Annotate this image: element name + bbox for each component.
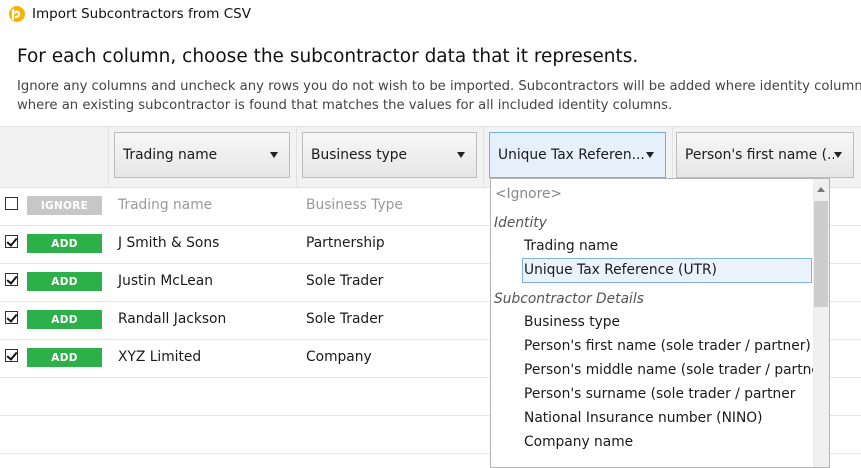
page-heading: For each column, choose the subcontracto…: [17, 46, 639, 67]
instructions: Ignore any columns and uncheck any rows …: [17, 77, 861, 115]
dropdown-scrollbar[interactable]: [813, 179, 829, 467]
row-action-badge[interactable]: IGNORE: [27, 196, 102, 215]
cell-trading-name: J Smith & Sons: [118, 235, 220, 251]
option-surname[interactable]: Person's surname (sole trader / partner: [491, 382, 813, 406]
cell-business-type: Partnership: [306, 235, 385, 251]
column-mapping-dropdown-4[interactable]: Person's first name (...: [676, 132, 854, 178]
instructions-line-1: Ignore any columns and uncheck any rows …: [17, 79, 861, 94]
scrollbar-thumb[interactable]: [814, 201, 828, 307]
row-checkbox[interactable]: [5, 197, 18, 210]
column-divider: [108, 126, 109, 186]
chevron-down-icon: [270, 152, 278, 158]
checkmark-icon: [6, 311, 18, 323]
title-bar: Import Subcontractors from CSV: [0, 0, 861, 30]
column-mapping-dropdown-3[interactable]: Unique Tax Referen...: [489, 132, 666, 178]
chevron-down-icon: [457, 152, 465, 158]
option-ignore[interactable]: <Ignore>: [491, 182, 817, 206]
column-divider: [483, 126, 484, 186]
cell-trading-name: Justin McLean: [118, 273, 213, 289]
cell-trading-name: Randall Jackson: [118, 311, 227, 327]
option-nino[interactable]: National Insurance number (NINO): [491, 406, 813, 430]
column-mapping-label: Business type: [311, 147, 408, 163]
row-checkbox[interactable]: [5, 235, 18, 248]
option-company-name[interactable]: Company name: [491, 430, 813, 454]
column-mapping-label: Person's first name (...: [685, 147, 834, 163]
option-first-name[interactable]: Person's first name (sole trader / partn…: [491, 334, 813, 358]
option-utr[interactable]: Unique Tax Reference (UTR): [522, 258, 812, 283]
checkmark-icon: [6, 349, 18, 361]
column-mapping-label: Unique Tax Referen...: [498, 147, 645, 163]
cell-business-type: Company: [306, 349, 372, 365]
chevron-down-icon: [646, 152, 654, 158]
column-divider: [296, 126, 297, 186]
row-checkbox[interactable]: [5, 349, 18, 362]
row-action-badge[interactable]: ADD: [27, 310, 102, 329]
row-checkbox[interactable]: [5, 311, 18, 324]
scroll-up-arrow-icon[interactable]: [817, 187, 825, 192]
option-business-type[interactable]: Business type: [491, 310, 813, 334]
column-mapping-options-list[interactable]: <Ignore> Identity Trading name Unique Ta…: [490, 178, 830, 468]
option-middle-name[interactable]: Person's middle name (sole trader / part…: [491, 358, 813, 382]
option-group-subcontractor-details: Subcontractor Details: [494, 291, 644, 307]
row-action-badge[interactable]: ADD: [27, 348, 102, 367]
app-logo-icon: [9, 6, 25, 22]
column-mapping-dropdown-2[interactable]: Business type: [302, 132, 477, 178]
row-checkbox[interactable]: [5, 273, 18, 286]
option-group-identity: Identity: [494, 215, 547, 231]
option-trading-name[interactable]: Trading name: [491, 234, 813, 258]
cell-business-type: Sole Trader: [306, 311, 384, 327]
row-action-badge[interactable]: ADD: [27, 234, 102, 253]
cell-business-type: Business Type: [306, 197, 403, 213]
chevron-down-icon: [834, 152, 842, 158]
column-mapping-label: Trading name: [123, 147, 218, 163]
instructions-line-2: where an existing subcontractor is found…: [17, 98, 673, 113]
row-action-badge[interactable]: ADD: [27, 272, 102, 291]
cell-trading-name: XYZ Limited: [118, 349, 202, 365]
column-divider: [672, 126, 673, 186]
window-title: Import Subcontractors from CSV: [32, 6, 251, 22]
column-mapping-dropdown-1[interactable]: Trading name: [114, 132, 290, 178]
cell-business-type: Sole Trader: [306, 273, 384, 289]
checkmark-icon: [6, 235, 18, 247]
cell-trading-name: Trading name: [118, 197, 213, 213]
checkmark-icon: [6, 273, 18, 285]
